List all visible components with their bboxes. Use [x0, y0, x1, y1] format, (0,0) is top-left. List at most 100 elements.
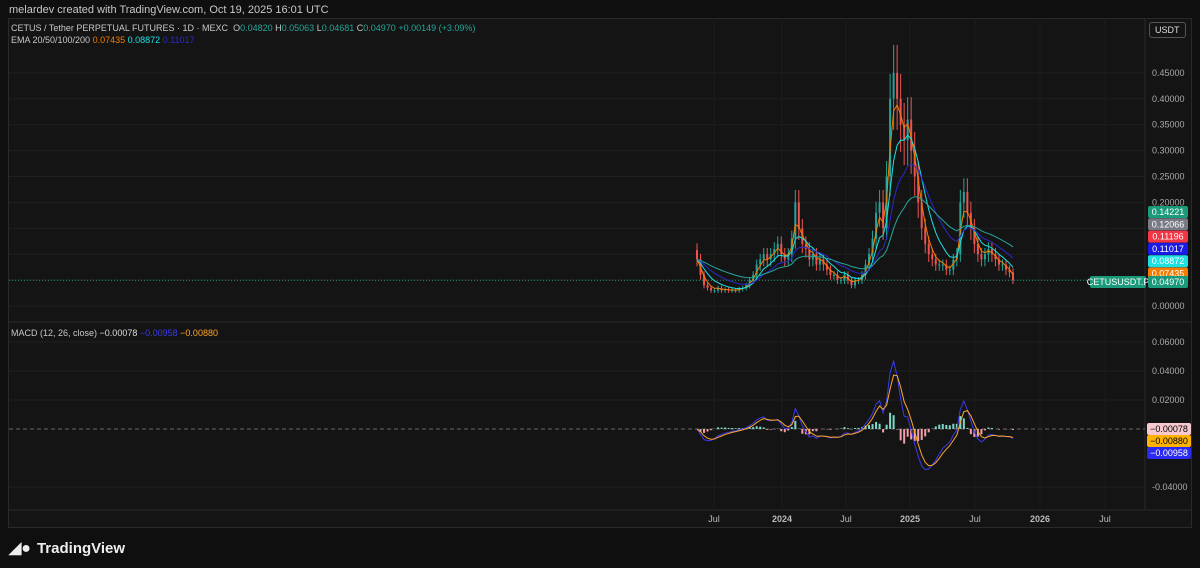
- candle-body: [948, 269, 951, 271]
- time-tick-label: Jul: [1099, 514, 1111, 524]
- macd-tick-label: 0.02000: [1152, 395, 1185, 405]
- price-tick-label: 0.25000: [1152, 172, 1185, 182]
- macd-histogram-bar: [987, 427, 990, 429]
- price-label: 0.11017: [1152, 244, 1184, 254]
- candle-body: [1001, 264, 1004, 266]
- macd-histogram-bar: [801, 429, 804, 434]
- macd-histogram-bar: [1012, 429, 1014, 430]
- ema-line: [696, 103, 1014, 291]
- candle-body: [710, 287, 713, 291]
- price-tick-label: 0.30000: [1152, 146, 1185, 156]
- macd-histogram-bar: [885, 424, 888, 429]
- ema-value-1: 0.07435: [92, 35, 126, 45]
- signal-line: [696, 374, 1014, 467]
- macd-histogram-bar: [727, 427, 730, 429]
- macd-histogram-bar: [903, 429, 906, 444]
- candle-body: [934, 259, 937, 265]
- time-tick-label: Jul: [840, 514, 852, 524]
- macd-histogram-bar: [794, 420, 797, 429]
- macd-histogram-bar: [703, 429, 706, 433]
- macd-histogram-bar: [941, 423, 944, 429]
- macd-histogram-bar: [906, 429, 909, 437]
- candle-body: [706, 285, 709, 288]
- macd-histogram-bar: [857, 427, 860, 429]
- candle-body: [839, 280, 842, 282]
- macd-histogram-bar: [920, 429, 923, 440]
- macd-histogram-bar: [945, 424, 948, 429]
- macd-histogram-bar: [896, 429, 899, 430]
- candle-body: [892, 72, 895, 99]
- candle-body: [941, 264, 944, 266]
- macd-histogram-bar: [829, 429, 832, 430]
- candle-body: [797, 202, 800, 229]
- macd-histogram-bar: [720, 427, 723, 429]
- macd-legend[interactable]: MACD (12, 26, close) −0.00078 −0.00958 −…: [11, 328, 218, 338]
- macd-histogram-bar: [868, 425, 871, 429]
- ema-legend[interactable]: EMA 20/50/100/200 0.07435 0.08872 0.1101…: [11, 35, 195, 45]
- macd-signal-value: −0.00880: [180, 328, 218, 338]
- macd-histogram-bar: [938, 424, 941, 429]
- macd-histogram-bar: [846, 428, 849, 429]
- candle-body: [966, 192, 969, 213]
- candle-body: [896, 72, 899, 99]
- macd-value-label: −0.00880: [1150, 436, 1188, 446]
- candle-body: [938, 264, 941, 266]
- time-tick-label: 2026: [1030, 514, 1050, 524]
- macd-histogram-bar: [734, 428, 737, 429]
- candle-body: [962, 192, 965, 203]
- candle-body: [818, 259, 821, 265]
- macd-histogram-bar: [731, 427, 734, 429]
- macd-histogram-bar: [854, 428, 856, 429]
- candle-body: [924, 228, 927, 244]
- macd-value: −0.00958: [139, 328, 178, 338]
- low-value: 0.04681: [321, 23, 355, 33]
- candle-body: [815, 254, 818, 265]
- open-value: 0.04820: [240, 23, 273, 33]
- currency-button[interactable]: USDT: [1149, 22, 1186, 38]
- macd-histogram-bar: [980, 429, 983, 435]
- candle-body: [878, 202, 881, 213]
- macd-histogram-bar: [766, 429, 769, 430]
- macd-histogram-bar: [983, 429, 986, 431]
- ema-line: [696, 163, 1014, 285]
- price-tick-label: 0.45000: [1152, 68, 1185, 78]
- macd-histogram-bar: [927, 429, 930, 433]
- candle-body: [832, 274, 835, 276]
- macd-histogram-bar: [952, 423, 955, 429]
- macd-histogram-bar: [990, 427, 993, 429]
- candle-body: [931, 254, 934, 260]
- macd-histogram-bar: [878, 423, 881, 429]
- ema-value-2: 0.08872: [127, 35, 161, 45]
- macd-histogram-bar: [917, 429, 920, 442]
- macd-histogram-bar: [759, 426, 762, 429]
- macd-histogram-bar: [966, 427, 969, 429]
- high-value: 0.05063: [281, 23, 315, 33]
- last-price-symbol-label: CETUSUSDT.P: [1087, 277, 1150, 287]
- macd-line: [696, 359, 1014, 471]
- macd-tick-label: 0.04000: [1152, 366, 1185, 376]
- macd-hist-value: −0.00078: [99, 328, 138, 338]
- close-value: 0.04970: [363, 23, 396, 33]
- candle-body: [843, 274, 846, 281]
- price-tick-label: 0.00000: [1152, 301, 1185, 311]
- macd-histogram-bar: [875, 421, 878, 429]
- change-value: +0.00149 (+3.09%): [398, 23, 476, 33]
- price-tick-label: 0.20000: [1152, 197, 1185, 207]
- price-tick-label: 0.40000: [1152, 94, 1185, 104]
- macd-histogram-bar: [934, 426, 937, 429]
- macd-histogram-bar: [787, 429, 790, 431]
- macd-histogram-bar: [762, 427, 765, 429]
- candle-body: [906, 119, 909, 141]
- last-price-label: 0.04970: [1152, 277, 1185, 287]
- candle-body: [696, 250, 698, 260]
- macd-histogram-bar: [755, 426, 758, 429]
- candle-body: [762, 254, 765, 260]
- macd-histogram-bar: [843, 427, 846, 429]
- macd-histogram-bar: [738, 428, 741, 429]
- macd-histogram-bar: [710, 429, 713, 431]
- macd-histogram-bar: [717, 427, 720, 429]
- price-label: 0.08872: [1152, 256, 1185, 266]
- time-tick-label: 2024: [772, 514, 792, 524]
- macd-histogram-bar: [882, 429, 885, 433]
- chart-canvas[interactable]: 0.45000 0.40000 0.35000 0.30000 0.25000 0.200…: [0, 0, 1200, 568]
